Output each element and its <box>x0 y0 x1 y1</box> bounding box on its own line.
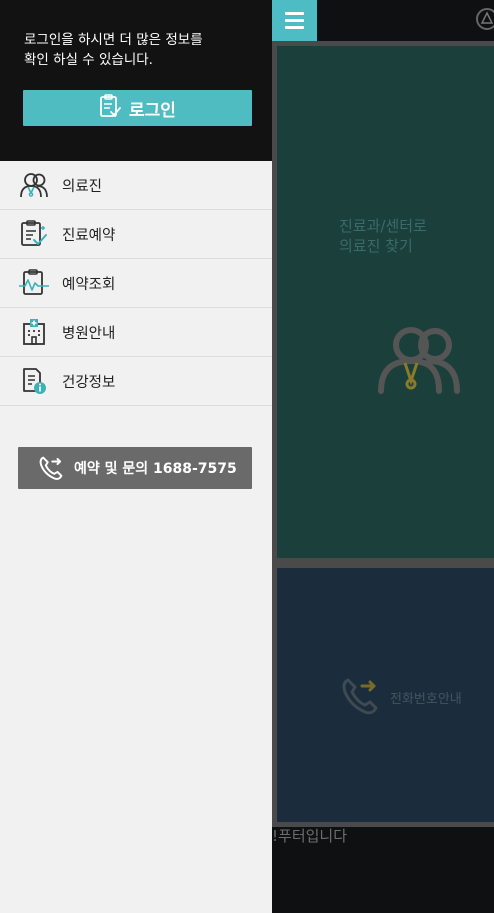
phone-info-tile[interactable]: 전화번호안내 <box>272 563 494 827</box>
call-reservation-button[interactable]: 예약 및 문의 1688-7575 <box>18 447 252 489</box>
side-drawer: 로그인을 하시면 더 많은 정보를 확인 하실 수 있습니다. 로그인 의료진 … <box>0 0 272 913</box>
footer-text: 푸터입니다! <box>272 827 348 845</box>
call-button-label: 예약 및 문의 1688-7575 <box>74 461 237 477</box>
nav-label-hospital: 병원안내 <box>62 325 116 342</box>
hospital-icon <box>17 317 51 347</box>
menu-toggle-button[interactable] <box>272 0 317 41</box>
nav-item-doctors[interactable]: 의료진 <box>0 161 272 210</box>
nav-label-doctors: 의료진 <box>62 178 103 195</box>
doctor-icon <box>17 170 51 200</box>
login-message: 로그인을 하시면 더 많은 정보를 확인 하실 수 있습니다. <box>24 32 203 68</box>
hamburger-icon-line <box>285 26 304 29</box>
hamburger-icon-line <box>285 19 304 22</box>
nav-item-health-info[interactable]: 건강정보 <box>0 357 272 406</box>
logo-icon[interactable] <box>476 8 494 30</box>
login-button[interactable]: 로그인 <box>23 90 252 126</box>
nav-label-reservation: 진료예약 <box>62 227 116 244</box>
nav-item-hospital[interactable]: 병원안내 <box>0 308 272 357</box>
phone-icon <box>340 676 380 720</box>
nav-item-inquiry[interactable]: 예약조회 <box>0 259 272 308</box>
clipboard-icon <box>99 94 121 122</box>
drawer-header: 로그인을 하시면 더 많은 정보를 확인 하실 수 있습니다. 로그인 <box>0 0 272 161</box>
health-info-icon <box>17 366 51 396</box>
inquiry-icon <box>17 268 51 298</box>
reservation-icon <box>17 219 51 249</box>
find-doctor-tile[interactable]: 진료과/센터로 의료진 찾기 <box>272 41 494 563</box>
doctors-icon <box>377 325 461 401</box>
hamburger-icon-line <box>285 12 304 15</box>
nav-label-health-info: 건강정보 <box>62 374 116 391</box>
find-doctor-text: 진료과/센터로 의료진 찾기 <box>339 217 427 255</box>
phone-icon <box>38 455 64 481</box>
nav-label-inquiry: 예약조회 <box>62 276 116 293</box>
drawer-nav: 의료진 진료예약 예약조회 병원안내 건강정보 <box>0 161 272 406</box>
login-button-label: 로그인 <box>129 100 176 121</box>
nav-item-reservation[interactable]: 진료예약 <box>0 210 272 259</box>
phone-info-text: 전화번호안내 <box>390 692 462 707</box>
